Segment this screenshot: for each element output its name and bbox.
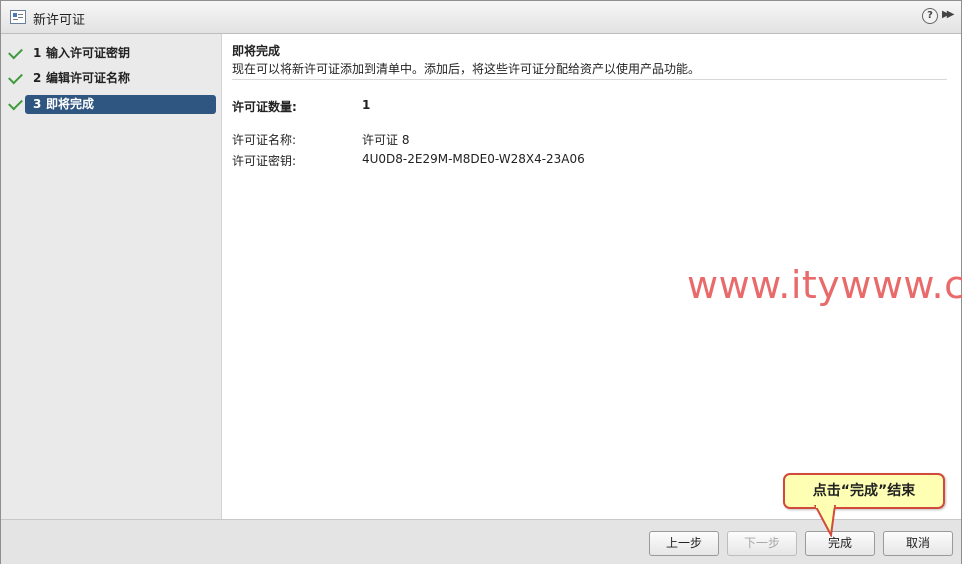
license-count-label: 许可证数量: [232,100,297,114]
title-bar: 新许可证 ? ▶▶ [1,1,961,34]
page-heading: 即将完成 [232,44,281,58]
license-count-value: 1 [362,98,371,112]
window-icon [10,10,26,24]
watermark-text: www.itywww.cn [687,263,962,307]
page-description: 现在可以将新许可证添加到清单中。添加后，将这些许可证分配给资产以使用产品功能。 [232,62,701,76]
callout-pointer [814,505,837,537]
step-2[interactable]: 2 编辑许可证名称 [25,69,216,88]
back-button[interactable]: 上一步 [649,531,719,556]
help-icon[interactable]: ? [922,8,938,24]
wizard-steps-sidebar: 1 输入许可证密钥 2 编辑许可证名称 3 即将完成 [1,34,222,519]
license-name-label: 许可证名称: [232,133,297,147]
next-button[interactable]: 下一步 [727,531,797,556]
license-key-value: 4U0D8-2E29M-M8DE0-W28X4-23A06 [362,152,585,166]
step-number: 3 [33,97,42,111]
license-key-label: 许可证密钥: [232,154,297,168]
step-1[interactable]: 1 输入许可证密钥 [25,44,216,63]
annotation-callout: 点击“完成”结束 [783,473,945,509]
step-label: 编辑许可证名称 [46,71,131,85]
license-name-value: 许可证 8 [362,133,410,147]
new-license-dialog: 新许可证 ? ▶▶ 1 输入许可证密钥 2 编辑许可证名称 3 即将完成 即将完… [0,0,962,564]
step-3-check-icon [8,95,23,111]
step-number: 2 [33,71,42,85]
step-2-check-icon [8,69,23,85]
step-label: 输入许可证密钥 [46,46,131,60]
expand-icon[interactable]: ▶▶ [942,9,955,20]
step-number: 1 [33,46,42,60]
cancel-button[interactable]: 取消 [883,531,953,556]
window-title: 新许可证 [33,13,86,28]
step-1-check-icon [8,44,23,60]
step-label: 即将完成 [46,97,95,111]
step-3-active[interactable]: 3 即将完成 [25,95,216,114]
divider [232,79,947,80]
